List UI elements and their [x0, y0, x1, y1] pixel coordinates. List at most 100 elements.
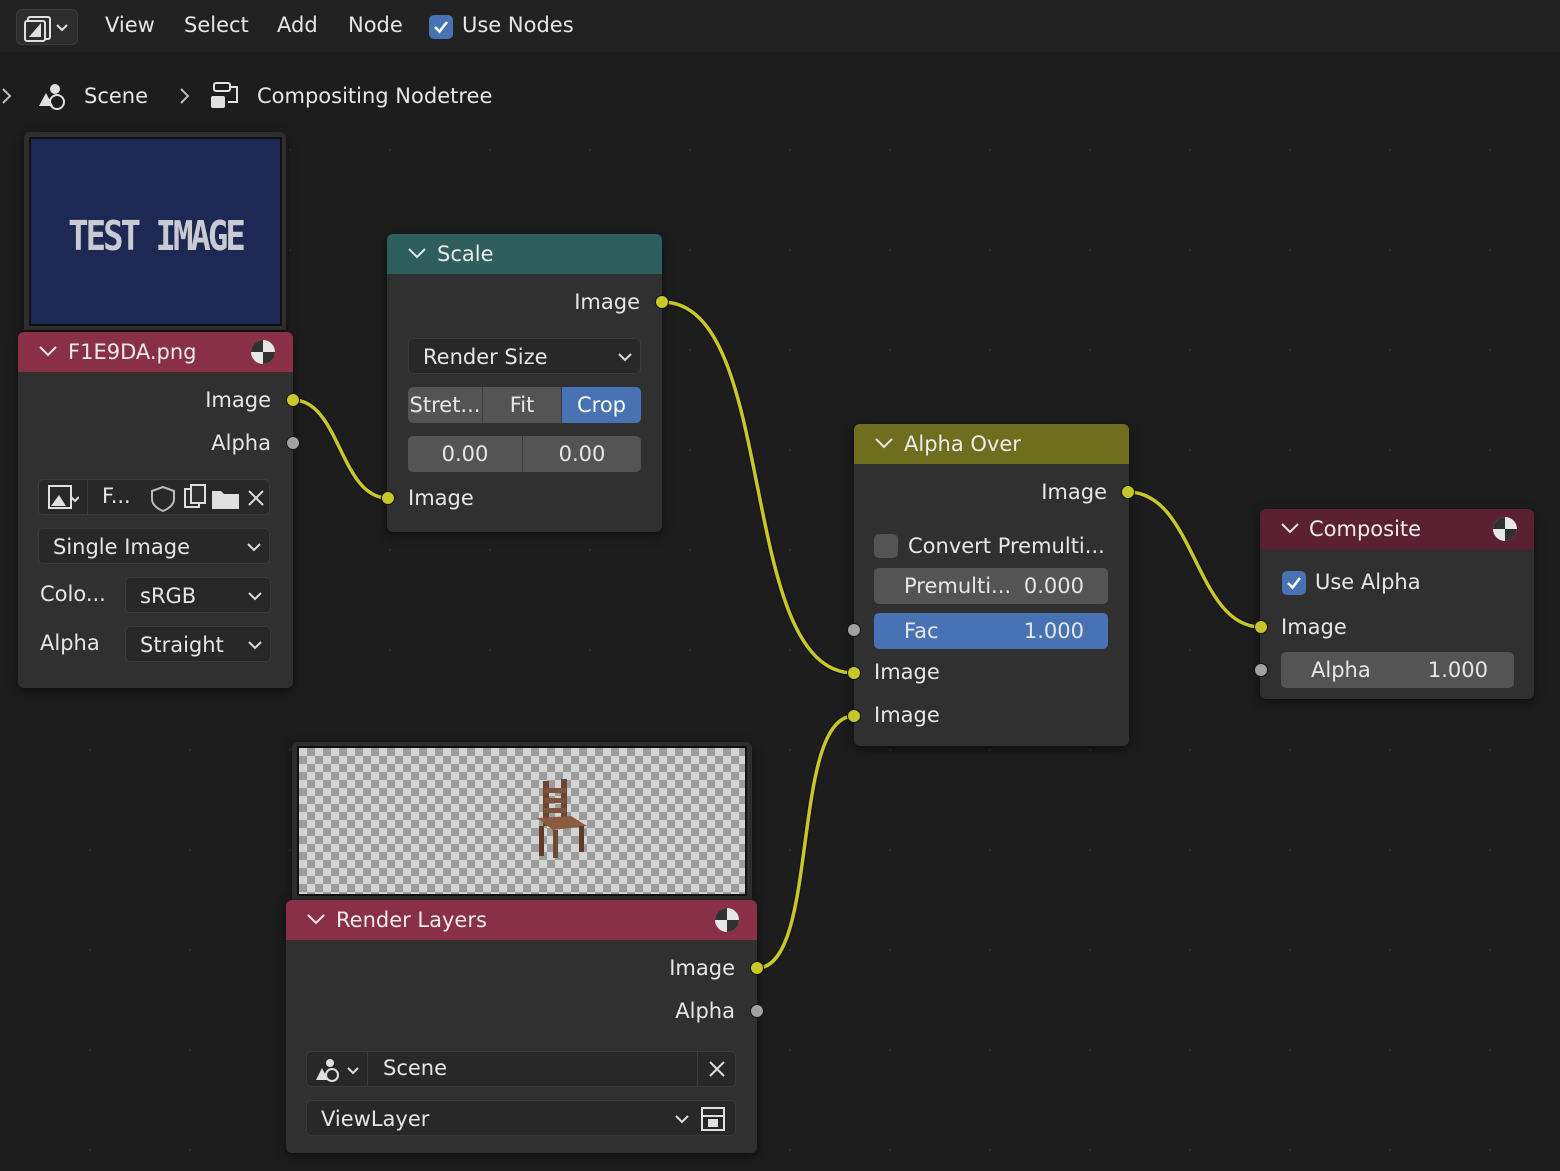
- chair-render-image: [537, 779, 587, 858]
- scene-browse-button[interactable]: [307, 1052, 368, 1086]
- collapse-chevron-icon[interactable]: [306, 912, 326, 926]
- image-node-alpha-socket[interactable]: [286, 436, 300, 450]
- mode-stretch-button[interactable]: Stret...: [408, 387, 483, 423]
- image-node-title: F1E9DA.png: [68, 340, 197, 364]
- fac-value: 1.000: [1023, 619, 1084, 643]
- alpha-output-label: Alpha: [211, 431, 271, 455]
- checkmark-icon: [1287, 577, 1302, 590]
- alpha-over-node-title: Alpha Over: [904, 432, 1021, 456]
- composite-node-title: Composite: [1309, 517, 1422, 541]
- composite-node[interactable]: Composite Use Alpha Image Alpha 1.000: [1260, 509, 1534, 699]
- offset-y-field[interactable]: 0.00: [523, 436, 641, 472]
- composite-input-label: Image: [1281, 615, 1347, 639]
- offset-x-field[interactable]: 0.00: [408, 436, 523, 472]
- chevron-down-icon: [248, 592, 262, 601]
- render-image-output-socket[interactable]: [750, 961, 764, 975]
- render-layers-node[interactable]: Render Layers Image Alpha Scene ViewLaye…: [286, 900, 757, 1153]
- frame-method-segmented: Stret... Fit Crop: [408, 387, 641, 423]
- chevron-down-icon: [248, 641, 262, 650]
- composite-alpha-socket[interactable]: [1254, 663, 1268, 677]
- use-alpha-label: Use Alpha: [1315, 570, 1421, 594]
- preview-toggle-icon[interactable]: [249, 338, 277, 366]
- scale-input-label: Image: [408, 486, 474, 510]
- render-image-output-label: Image: [669, 956, 735, 980]
- image-node-header[interactable]: F1E9DA.png: [18, 332, 293, 372]
- composite-alpha-value: 1.000: [1427, 658, 1488, 682]
- link-alphaover-to-composite: [1127, 490, 1262, 629]
- collapse-chevron-icon[interactable]: [407, 246, 427, 260]
- collapse-chevron-icon[interactable]: [874, 436, 894, 450]
- fac-slider[interactable]: Fac 1.000: [874, 613, 1108, 649]
- alpha-mode-dropdown[interactable]: Straight: [125, 626, 271, 662]
- close-icon: [709, 1061, 725, 1077]
- preview-toggle-icon[interactable]: [713, 906, 741, 934]
- scale-node-header[interactable]: Scale: [387, 234, 662, 274]
- composite-image-socket[interactable]: [1254, 620, 1268, 634]
- image-preview: TEST IMAGE: [29, 137, 282, 326]
- scale-space-dropdown[interactable]: Render Size: [408, 338, 641, 374]
- image-output-label: Image: [205, 388, 271, 412]
- collapse-chevron-icon[interactable]: [1280, 521, 1300, 535]
- convert-premultiplied-checkbox[interactable]: [874, 534, 898, 558]
- preview-text: TEST IMAGE: [68, 213, 246, 261]
- chevron-down-icon: [247, 543, 261, 552]
- composite-alpha-slider[interactable]: Alpha 1.000: [1281, 652, 1514, 688]
- alpha-mode-label: Alpha: [40, 631, 100, 655]
- link-renderlayers-to-alphaover: [756, 714, 855, 970]
- alpha-over-output-label: Image: [1041, 480, 1107, 504]
- alpha-over-input2-socket[interactable]: [847, 709, 861, 723]
- scene-selector: Scene: [306, 1051, 736, 1087]
- view-layer-dropdown[interactable]: ViewLayer: [306, 1100, 736, 1136]
- mode-crop-button[interactable]: Crop: [562, 387, 641, 423]
- image-browse-icon: [48, 485, 79, 509]
- alpha-over-node-header[interactable]: Alpha Over: [854, 424, 1129, 464]
- composite-node-header[interactable]: Composite: [1260, 509, 1534, 549]
- scale-node[interactable]: Scale Image Render Size Stret... Fit Cro…: [387, 234, 662, 532]
- image-file-name[interactable]: F...: [102, 484, 131, 508]
- alpha-over-input1-socket[interactable]: [847, 666, 861, 680]
- render-layer-icon[interactable]: [699, 1104, 729, 1132]
- image-source-value: Single Image: [53, 535, 191, 559]
- chevron-down-icon: [675, 1115, 689, 1124]
- scale-output-socket[interactable]: [655, 295, 669, 309]
- image-datablock-selector: F...: [38, 479, 270, 515]
- image-node[interactable]: F1E9DA.png Image Alpha F... Single Image: [18, 332, 293, 688]
- image-browse-button[interactable]: [39, 480, 88, 514]
- premultiplied-value: 0.000: [1023, 574, 1084, 598]
- premultiplied-label: Premulti...: [904, 574, 1012, 598]
- fac-input-socket[interactable]: [847, 623, 861, 637]
- datablock-actions: [151, 484, 264, 513]
- offset-fields: 0.00 0.00: [408, 436, 641, 472]
- scene-unlink-button[interactable]: [697, 1052, 736, 1086]
- fac-label: Fac: [904, 619, 939, 643]
- render-layers-node-header[interactable]: Render Layers: [286, 900, 757, 940]
- image-node-image-socket[interactable]: [286, 393, 300, 407]
- fake-user-shield-icon: [151, 485, 175, 513]
- scale-output-label: Image: [574, 290, 640, 314]
- image-source-dropdown[interactable]: Single Image: [38, 528, 270, 564]
- render-layers-node-title: Render Layers: [336, 908, 487, 932]
- colorspace-label: Colo...: [40, 582, 106, 606]
- link-scale-to-alphaover: [661, 300, 855, 675]
- alpha-mode-value: Straight: [140, 633, 224, 657]
- use-alpha-checkbox[interactable]: [1282, 571, 1306, 595]
- scale-space-value: Render Size: [423, 345, 548, 369]
- scale-input-socket[interactable]: [381, 491, 395, 505]
- open-folder-icon: [212, 491, 239, 509]
- scene-icon: [316, 1059, 359, 1082]
- convert-premultiplied-label: Convert Premulti...: [908, 534, 1105, 558]
- collapse-chevron-icon[interactable]: [38, 344, 58, 358]
- alpha-over-node[interactable]: Alpha Over Image Convert Premulti... Pre…: [854, 424, 1129, 746]
- chevron-down-icon: [618, 353, 632, 362]
- scene-name[interactable]: Scene: [383, 1056, 447, 1080]
- render-alpha-output-label: Alpha: [675, 999, 735, 1023]
- preview-toggle-icon[interactable]: [1491, 515, 1519, 543]
- colorspace-value: sRGB: [140, 584, 197, 608]
- render-alpha-output-socket[interactable]: [750, 1004, 764, 1018]
- mode-fit-button[interactable]: Fit: [483, 387, 562, 423]
- premultiplied-slider[interactable]: Premulti... 0.000: [874, 568, 1108, 604]
- alpha-over-output-socket[interactable]: [1121, 485, 1135, 499]
- scale-node-title: Scale: [437, 242, 494, 266]
- composite-alpha-label: Alpha: [1311, 658, 1371, 682]
- colorspace-dropdown[interactable]: sRGB: [125, 577, 271, 613]
